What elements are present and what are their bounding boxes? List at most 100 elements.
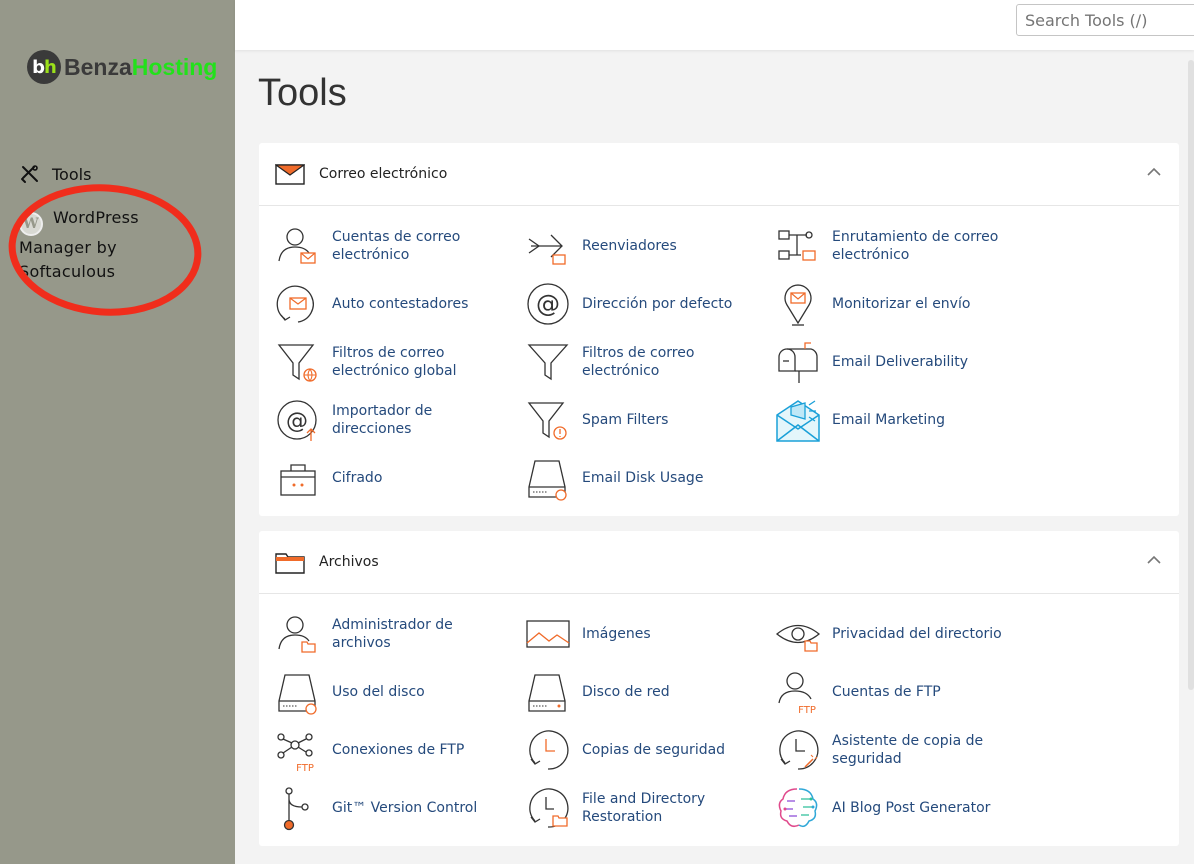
tool-backup-wizard[interactable]: Asistente de copia de seguridad [759, 725, 1009, 775]
tool-email-deliverability[interactable]: Email Deliverability [759, 337, 1009, 387]
search-tools-input[interactable] [1016, 4, 1194, 36]
tool-spam-filters[interactable]: Spam Filters [509, 395, 759, 445]
folder-icon [275, 553, 305, 574]
brand-logo[interactable]: bh Benza Hosting [27, 50, 217, 84]
tool-ftp-connections[interactable]: FTP Conexiones de FTP [259, 725, 509, 775]
tool-label: File and Directory Restoration [582, 791, 706, 825]
global-filters-icon [277, 344, 317, 382]
tool-ftp-accounts[interactable]: FTP Cuentas de FTP [759, 667, 1009, 717]
disk-usage-icon [278, 674, 317, 715]
tool-label: Git™ Version Control [332, 800, 478, 816]
tool-label: Asistente de copia de seguridad [832, 733, 984, 767]
tool-autoresponders[interactable]: Auto contestadores [259, 279, 509, 329]
panel-title: Correo electrónico [319, 166, 448, 182]
chevron-up-icon[interactable] [1147, 167, 1161, 176]
tool-ai-blog-post-generator[interactable]: AI Blog Post Generator [759, 783, 1009, 833]
email-disk-usage-icon [528, 460, 567, 501]
tool-label: AI Blog Post Generator [832, 800, 991, 816]
svg-text:FTP: FTP [296, 763, 314, 773]
panel-header-email[interactable]: Correo electrónico [259, 143, 1179, 206]
tool-label: Filtros de correo electrónico [582, 345, 695, 379]
tool-label: Privacidad del directorio [832, 626, 1002, 642]
tool-file-manager[interactable]: Administrador de archivos [259, 609, 509, 659]
sidebar-item-label: Tools [52, 164, 92, 184]
git-icon [283, 787, 309, 831]
address-importer-icon: @ [277, 400, 317, 441]
spam-filters-icon [527, 402, 567, 440]
tool-label: Uso del disco [332, 684, 425, 700]
tool-email-disk-usage[interactable]: Email Disk Usage [509, 453, 759, 503]
scrollbar[interactable] [1188, 60, 1194, 690]
tool-disk-usage[interactable]: Uso del disco [259, 667, 509, 717]
tool-label: Email Disk Usage [582, 470, 704, 486]
email-routing-icon [778, 230, 816, 261]
sidebar-item-wordpress-manager[interactable]: W WordPress Manager by Softaculous [19, 206, 189, 284]
tool-email-marketing[interactable]: Email Marketing [759, 395, 1009, 445]
svg-text:@: @ [536, 290, 560, 318]
file-manager-icon [278, 616, 316, 653]
track-delivery-icon [784, 284, 812, 326]
ftp-accounts-icon: FTP [778, 672, 816, 715]
restoration-icon [529, 788, 569, 828]
tool-label: Cifrado [332, 470, 383, 486]
tool-label: Email Deliverability [832, 354, 969, 370]
web-disk-icon [528, 674, 566, 712]
sidebar: bh Benza Hosting Tools W WordPress Manager… [0, 0, 235, 864]
tool-images[interactable]: Imágenes [509, 609, 759, 659]
ai-brain-icon [778, 788, 818, 828]
mailbox-icon [778, 342, 818, 383]
tool-email-accounts[interactable]: Cuentas de correo electrónico [259, 221, 509, 271]
panel-title: Archivos [319, 554, 379, 570]
tool-label: Copias de seguridad [582, 742, 726, 758]
tool-label: Monitorizar el envío [832, 296, 971, 312]
tool-default-address[interactable]: @ Dirección por defecto [509, 279, 759, 329]
tool-email-filters[interactable]: Filtros de correo electrónico [509, 337, 759, 387]
panel-files: Archivos Administrador de archivos Imáge… [259, 531, 1179, 846]
tool-email-routing[interactable]: Enrutamiento de correo electrónico [759, 221, 1009, 271]
tool-label: Reenviadores [582, 238, 677, 254]
wordpress-icon: W [19, 212, 43, 236]
tool-global-filters[interactable]: Filtros de correo electrónico global [259, 337, 509, 387]
svg-text:FTP: FTP [798, 705, 816, 715]
tool-label: Imágenes [582, 626, 651, 642]
tool-address-importer[interactable]: @ Importador de direcciones [259, 395, 509, 445]
logo-badge: bh [27, 50, 61, 84]
envelope-icon [275, 164, 305, 185]
forwarders-icon [528, 234, 566, 265]
tool-label: Enrutamiento de correo electrónico [832, 229, 999, 263]
backup-icon [529, 730, 569, 770]
tool-label: Spam Filters [582, 412, 669, 428]
tool-label: Email Marketing [832, 412, 946, 428]
email-filters-icon [527, 344, 569, 381]
panel-email: Correo electrónico Cuentas de correo ele… [259, 143, 1179, 516]
ftp-connections-icon: FTP [277, 733, 314, 773]
tool-backup[interactable]: Copias de seguridad [509, 725, 759, 775]
directory-privacy-icon [775, 624, 821, 652]
sidebar-item-tools[interactable]: Tools [20, 164, 91, 184]
tool-label: Dirección por defecto [582, 296, 733, 312]
tool-label: Filtros de correo electrónico global [332, 345, 457, 379]
tool-forwarders[interactable]: Reenviadores [509, 221, 759, 271]
tool-directory-privacy[interactable]: Privacidad del directorio [759, 609, 1009, 659]
page-title: Tools [258, 72, 347, 114]
tool-encryption[interactable]: Cifrado [259, 453, 509, 503]
tool-file-directory-restoration[interactable]: File and Directory Restoration [509, 783, 759, 833]
chevron-up-icon[interactable] [1147, 555, 1161, 564]
panel-header-files[interactable]: Archivos [259, 531, 1179, 594]
svg-text:@: @ [286, 409, 308, 434]
tool-label: Disco de red [582, 684, 670, 700]
tool-label: Importador de direcciones [332, 403, 433, 437]
tool-label: Auto contestadores [332, 296, 469, 312]
tool-web-disk[interactable]: Disco de red [509, 667, 759, 717]
top-bar [235, 0, 1194, 50]
tool-track-delivery[interactable]: Monitorizar el envío [759, 279, 1009, 329]
email-marketing-icon [776, 400, 820, 442]
tool-label: Cuentas de correo electrónico [332, 229, 461, 263]
tools-icon [21, 165, 38, 183]
tool-label: Cuentas de FTP [832, 684, 941, 700]
tool-git-version-control[interactable]: Git™ Version Control [259, 783, 509, 833]
backup-wizard-icon [779, 730, 819, 770]
encryption-icon [280, 464, 316, 496]
tool-label: Administrador de archivos [332, 617, 453, 651]
tool-label: Conexiones de FTP [332, 742, 465, 758]
